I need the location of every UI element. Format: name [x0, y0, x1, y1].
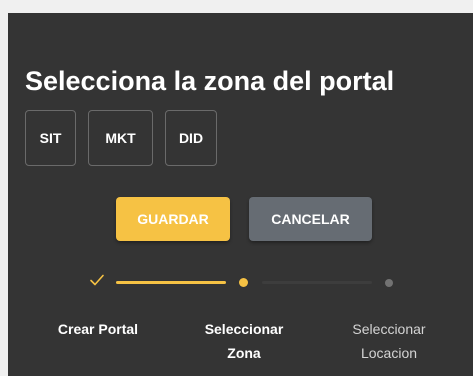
step-label-seleccionar-locacion: Seleccionar Locacion	[352, 321, 426, 361]
cancel-button[interactable]: CANCELAR	[249, 197, 372, 241]
step-label-crear-portal: Crear Portal	[57, 321, 139, 337]
save-button[interactable]: GUARDAR	[116, 197, 230, 241]
page-title: Selecciona la zona del portal	[25, 66, 395, 96]
zone-option-sit[interactable]: SIT	[25, 110, 76, 166]
step-pending-dot	[385, 279, 393, 287]
zone-selection-panel: Selecciona la zona del portal SIT MKT DI…	[8, 13, 473, 376]
stepper-connector-completed	[116, 281, 226, 284]
check-icon	[89, 272, 105, 288]
zone-option-mkt[interactable]: MKT	[88, 110, 153, 166]
stepper-connector-pending	[262, 281, 372, 284]
zone-option-did[interactable]: DID	[165, 110, 217, 166]
step-label-seleccionar-zona: Seleccionar Zona	[204, 321, 284, 361]
step-active-dot	[239, 278, 248, 287]
